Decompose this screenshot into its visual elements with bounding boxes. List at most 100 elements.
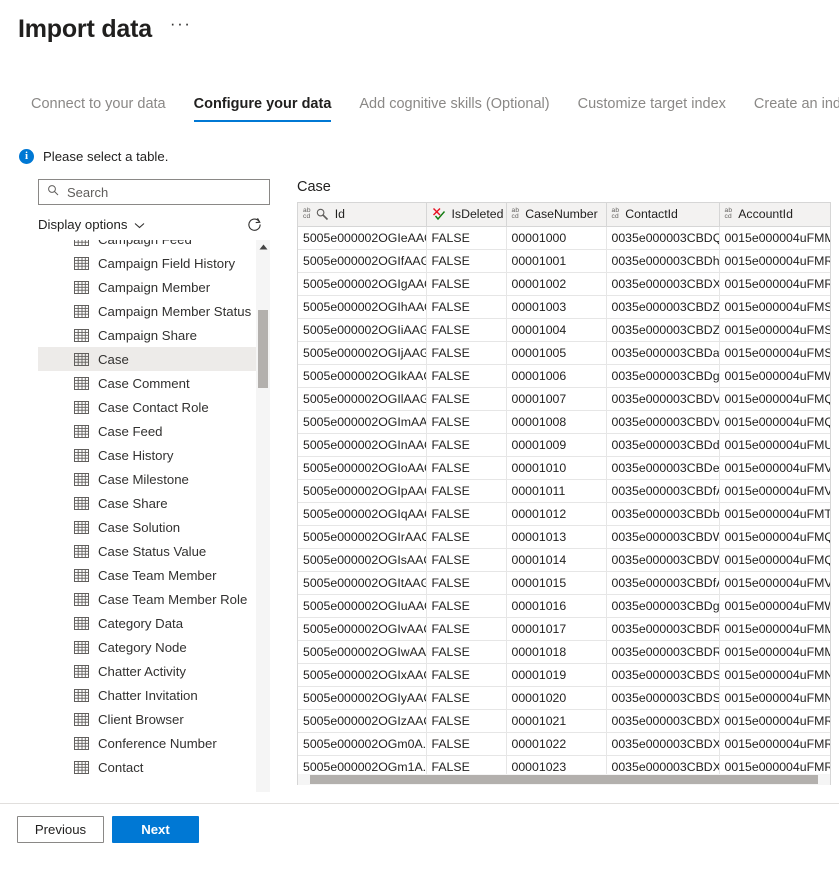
next-button[interactable]: Next: [112, 816, 199, 843]
data-grid-cell[interactable]: 00001009: [506, 433, 607, 457]
table-list-item[interactable]: Campaign Feed: [38, 240, 256, 251]
data-grid-cell[interactable]: 0035e000003CBDVAA4: [606, 410, 720, 434]
data-grid-row[interactable]: 5005e000002OGIyAAG FALSE 00001020 0035e0000…: [298, 686, 830, 710]
data-grid-cell[interactable]: 5005e000002OGIuAAG: [298, 594, 427, 618]
data-grid-cell[interactable]: FALSE: [426, 295, 507, 319]
data-grid-cell[interactable]: 0035e000003CBDfAAO: [606, 571, 720, 595]
tab-create-an-indexer[interactable]: Create an indexer: [740, 96, 839, 122]
data-grid-cell[interactable]: 0015e000004uFMRAA2: [719, 709, 830, 733]
data-grid-cell[interactable]: FALSE: [426, 272, 507, 296]
data-grid-cell[interactable]: 0035e000003CBDZAA4: [606, 318, 720, 342]
data-grid-cell[interactable]: 0035e000003CBDWA...: [606, 548, 720, 572]
data-grid-row[interactable]: 5005e000002OGIfAAG FALSE 00001001 0035e0000…: [298, 249, 830, 273]
table-list-item[interactable]: Case Status Value: [38, 539, 256, 563]
column-header-casenumber[interactable]: ab cd CaseNumber: [506, 203, 607, 227]
data-grid-row[interactable]: 5005e000002OGItAAG FALSE 00001015 0035e0000…: [298, 571, 830, 595]
sidebar-scrollbar[interactable]: [256, 240, 270, 792]
data-grid-cell[interactable]: 00001016: [506, 594, 607, 618]
data-grid-row[interactable]: 5005e000002OGImAAG FALSE 00001008 0035e0000…: [298, 410, 830, 434]
data-grid-cell[interactable]: 5005e000002OGIlAAG: [298, 387, 427, 411]
data-grid-cell[interactable]: 00001007: [506, 387, 607, 411]
data-grid-row[interactable]: 5005e000002OGIqAAG FALSE 00001012 0035e0000…: [298, 502, 830, 526]
data-grid-cell[interactable]: 00001015: [506, 571, 607, 595]
column-header-contactid[interactable]: ab cd ContactId: [606, 203, 720, 227]
data-grid-cell[interactable]: 00001019: [506, 663, 607, 687]
data-grid-cell[interactable]: 00001005: [506, 341, 607, 365]
data-grid-cell[interactable]: 0015e000004uFMQA...: [719, 548, 830, 572]
data-grid-cell[interactable]: 5005e000002OGIhAAG: [298, 295, 427, 319]
column-header-isdeleted[interactable]: IsDeleted: [426, 203, 507, 227]
data-grid-cell[interactable]: FALSE: [426, 686, 507, 710]
data-grid-row[interactable]: 5005e000002OGIrAAG FALSE 00001013 0035e0000…: [298, 525, 830, 549]
data-grid-cell[interactable]: FALSE: [426, 640, 507, 664]
data-grid-cell[interactable]: FALSE: [426, 525, 507, 549]
data-grid-cell[interactable]: 0035e000003CBDgA...: [606, 594, 720, 618]
data-grid-row[interactable]: 5005e000002OGIlAAG FALSE 00001007 0035e0000…: [298, 387, 830, 411]
data-grid-cell[interactable]: 0015e000004uFMRAA2: [719, 272, 830, 296]
data-grid-cell[interactable]: 0035e000003CBDXAA4: [606, 272, 720, 296]
table-list-item[interactable]: Campaign Member: [38, 275, 256, 299]
data-grid-cell[interactable]: 00001020: [506, 686, 607, 710]
data-grid-row[interactable]: 5005e000002OGIvAAG FALSE 00001017 0035e0000…: [298, 617, 830, 641]
data-grid-cell[interactable]: 00001008: [506, 410, 607, 434]
data-grid-cell[interactable]: 0035e000003CBDbA...: [606, 502, 720, 526]
table-list-item[interactable]: Case Contact Role: [38, 395, 256, 419]
data-grid-cell[interactable]: 00001021: [506, 709, 607, 733]
data-grid-cell[interactable]: 0035e000003CBDWA...: [606, 525, 720, 549]
data-grid-cell[interactable]: 0035e000003CBDSAA4: [606, 663, 720, 687]
data-grid-cell[interactable]: 5005e000002OGIqAAG: [298, 502, 427, 526]
data-grid-cell[interactable]: 5005e000002OGIwAAG: [298, 640, 427, 664]
data-grid-cell[interactable]: 0035e000003CBDeA...: [606, 456, 720, 480]
data-grid-row[interactable]: 5005e000002OGIpAAG FALSE 00001011 0035e0000…: [298, 479, 830, 503]
data-grid-cell[interactable]: FALSE: [426, 433, 507, 457]
table-list-item[interactable]: Case Team Member: [38, 563, 256, 587]
data-grid-cell[interactable]: 0015e000004uFMSAA2: [719, 295, 830, 319]
data-grid-row[interactable]: 5005e000002OGm1A... FALSE 00001023 0035e000…: [298, 755, 830, 774]
data-grid-cell[interactable]: 5005e000002OGIzAAG: [298, 709, 427, 733]
data-grid-cell[interactable]: FALSE: [426, 249, 507, 273]
data-grid-cell[interactable]: 0015e000004uFMNA...: [719, 686, 830, 710]
data-grid-cell[interactable]: 0015e000004uFMRAA2: [719, 249, 830, 273]
data-grid-row[interactable]: 5005e000002OGIjAAG FALSE 00001005 0035e0000…: [298, 341, 830, 365]
data-grid-cell[interactable]: 00001011: [506, 479, 607, 503]
data-grid-cell[interactable]: 0035e000003CBDZAA4: [606, 295, 720, 319]
table-list-item[interactable]: Case Team Member Role: [38, 587, 256, 611]
data-grid-cell[interactable]: FALSE: [426, 387, 507, 411]
data-grid-cell[interactable]: FALSE: [426, 571, 507, 595]
data-grid-cell[interactable]: 0035e000003CBDhA...: [606, 249, 720, 273]
data-grid-cell[interactable]: 00001022: [506, 732, 607, 756]
data-grid-cell[interactable]: 0015e000004uFMSAA2: [719, 318, 830, 342]
data-grid-row[interactable]: 5005e000002OGm0A... FALSE 00001022 0035e000…: [298, 732, 830, 756]
data-grid-cell[interactable]: FALSE: [426, 594, 507, 618]
data-grid-cell[interactable]: 5005e000002OGIrAAG: [298, 525, 427, 549]
data-grid-cell[interactable]: 0015e000004uFMUAA2: [719, 433, 830, 457]
display-options-dropdown[interactable]: Display options: [38, 217, 145, 232]
table-list-item[interactable]: Case History: [38, 443, 256, 467]
data-grid-cell[interactable]: FALSE: [426, 318, 507, 342]
data-grid-cell[interactable]: 5005e000002OGIkAAG: [298, 364, 427, 388]
data-grid-cell[interactable]: 0015e000004uFMMA...: [719, 226, 830, 250]
data-grid-cell[interactable]: 5005e000002OGm1A...: [298, 755, 427, 774]
data-grid-row[interactable]: 5005e000002OGIeAAG FALSE 00001000 0035e0000…: [298, 226, 830, 250]
data-grid-row[interactable]: 5005e000002OGIzAAG FALSE 00001021 0035e0000…: [298, 709, 830, 733]
data-grid-cell[interactable]: 5005e000002OGIjAAG: [298, 341, 427, 365]
data-grid-cell[interactable]: 0015e000004uFMQA...: [719, 525, 830, 549]
data-grid-cell[interactable]: 5005e000002OGIeAAG: [298, 226, 427, 250]
data-grid-cell[interactable]: 0015e000004uFMVAA2: [719, 479, 830, 503]
data-grid-cell[interactable]: 5005e000002OGIvAAG: [298, 617, 427, 641]
data-grid-cell[interactable]: 0035e000003CBDfAAO: [606, 479, 720, 503]
table-list-item[interactable]: Campaign Share: [38, 323, 256, 347]
data-grid-cell[interactable]: 5005e000002OGIpAAG: [298, 479, 427, 503]
data-grid-cell[interactable]: 00001018: [506, 640, 607, 664]
data-grid-cell[interactable]: 0015e000004uFMVAA2: [719, 456, 830, 480]
data-grid-cell[interactable]: 0035e000003CBDRAA4: [606, 640, 720, 664]
table-list-item[interactable]: Chatter Invitation: [38, 683, 256, 707]
data-grid-cell[interactable]: 0015e000004uFMWA...: [719, 364, 830, 388]
data-grid-cell[interactable]: 0015e000004uFMSAA2: [719, 341, 830, 365]
search-box[interactable]: [38, 179, 270, 205]
data-grid-cell[interactable]: 00001017: [506, 617, 607, 641]
data-grid-row[interactable]: 5005e000002OGIuAAG FALSE 00001016 0035e0000…: [298, 594, 830, 618]
grid-horizontal-scrollbar[interactable]: [297, 774, 831, 785]
data-grid-cell[interactable]: FALSE: [426, 410, 507, 434]
data-grid-row[interactable]: 5005e000002OGIxAAG FALSE 00001019 0035e0000…: [298, 663, 830, 687]
